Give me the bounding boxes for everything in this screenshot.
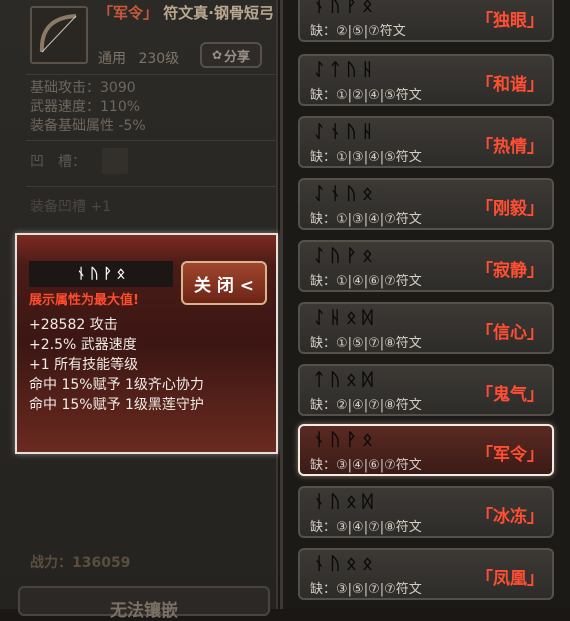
runeword-runes: ᛇ ᚾ ᚢ ᚺ <box>314 122 373 142</box>
runeword-requirement: 缺：①|②|④|⑤符文 <box>310 88 422 103</box>
popup-rune-sequence: ᚾ ᚢ ᚹ ᛟ <box>29 261 173 287</box>
runeword-card[interactable]: ᛇ ᚢ ᚹ ᛟ 缺：①|④|⑥|⑦符文 「寂静」 <box>298 240 554 292</box>
share-label: 分享 <box>224 49 251 65</box>
item-name: 「军令」 符文真·钢骨短弓 <box>98 4 278 23</box>
runeword-name: 「刚毅」 <box>476 199 544 219</box>
runeword-requirement: 缺：③|④|⑥|⑦符文 <box>310 458 422 473</box>
runeword-name: 「独眼」 <box>476 11 544 31</box>
runeword-requirement: 缺：①|③|④|⑦符文 <box>310 212 422 227</box>
socket-label: 凹 槽： <box>30 154 86 170</box>
runeword-runes: ᛇ ᚺ ᛟ ᛞ <box>314 308 373 328</box>
runeword-name: 「和谐」 <box>476 75 544 95</box>
power-value: 战力：136059 <box>30 555 131 571</box>
runeword-card[interactable]: ᛇ ᚾ ᚢ ᚺ 缺：①|③|④|⑤符文 「热情」 <box>298 116 554 168</box>
divider <box>26 186 276 187</box>
runeword-runes: ᛇ ᛏ ᚢ ᚺ <box>314 60 373 80</box>
popup-attr-line: +1 所有技能等级 <box>29 357 139 373</box>
share-button[interactable]: ✿ 分享 <box>200 42 262 68</box>
runeword-card[interactable]: ᚾ ᚢ ᛟ ᛟ 缺：③|⑤|⑦|⑦符文 「凤凰」 <box>298 548 554 600</box>
runeword-card[interactable]: ᛇ ᚺ ᛟ ᛞ 缺：①|⑤|⑦|⑧符文 「信心」 <box>298 302 554 354</box>
runeword-name: 「热情」 <box>476 137 544 157</box>
runeword-card[interactable]: ᚾ ᚢ ᛟ ᛞ 缺：③|④|⑦|⑧符文 「冰冻」 <box>298 486 554 538</box>
item-name-tag: 「军令」 <box>98 4 159 22</box>
runeword-name: 「冰冻」 <box>476 507 544 527</box>
runeword-runes: ᚾ ᚢ ᛟ ᛟ <box>314 554 373 574</box>
runeword-runes: ᛇ ᚾ ᚢ ᛟ <box>314 184 373 204</box>
share-icon: ✿ <box>211 48 223 62</box>
popup-max-note: 展示属性为最大值! <box>29 293 139 308</box>
runeword-card[interactable]: ᛇ ᛏ ᚢ ᚺ 缺：①|②|④|⑤符文 「和谐」 <box>298 54 554 106</box>
item-type: 通用 <box>98 51 126 67</box>
item-meta: 通用 230级 <box>98 48 187 68</box>
item-name-text: 符文真·钢骨短弓 <box>163 4 274 22</box>
item-level: 230级 <box>138 51 180 67</box>
runeword-requirement: 缺：③|④|⑦|⑧符文 <box>310 520 422 535</box>
stat-base-attack: 基础攻击：3090 <box>30 80 136 96</box>
runeword-card[interactable]: ᛇ ᚾ ᚢ ᛟ 缺：①|③|④|⑦符文 「刚毅」 <box>298 178 554 230</box>
runeword-runes: ᚾ ᚢ ᚹ ᛟ <box>314 430 373 450</box>
socket-row: 凹 槽： <box>30 148 128 174</box>
runeword-name: 「鬼气」 <box>476 385 544 405</box>
popup-attr-line: 命中 15%赋予 1级黑莲守护 <box>29 397 204 413</box>
runeword-name: 「信心」 <box>476 323 544 343</box>
runeword-card[interactable]: ᛏ ᚢ ᛟ ᛞ 缺：②|④|⑦|⑧符文 「鬼气」 <box>298 364 554 416</box>
runeword-runes: ᚾ ᚢ ᛟ ᛞ <box>314 492 373 512</box>
divider <box>26 74 276 75</box>
runeword-runes: ᛏ ᚢ ᛟ ᛞ <box>314 370 373 390</box>
bow-icon <box>30 6 88 64</box>
cannot-equip-button[interactable]: 无法镶嵌 <box>18 586 270 621</box>
runeword-requirement: 缺：①|⑤|⑦|⑧符文 <box>310 336 422 351</box>
item-stats: 基础攻击：3090 武器速度：110% 装备基础属性 -5% <box>30 79 146 136</box>
runeword-detail-popup: ᚾ ᚢ ᚹ ᛟ 展示属性为最大值! 关 闭 < +28582 攻击 +2.5% … <box>15 233 278 454</box>
popup-attributes: +28582 攻击 +2.5% 武器速度 +1 所有技能等级 命中 15%赋予 … <box>29 315 204 415</box>
close-button[interactable]: 关 闭 < <box>181 261 267 305</box>
popup-attr-line: +28582 攻击 <box>29 317 118 333</box>
socket-bonus: 装备凹槽 +1 <box>30 199 112 215</box>
runeword-card[interactable]: ᚾ ᚢ ᚹ ᛟ 缺：②|⑤|⑦符文 「独眼」 <box>298 0 554 42</box>
runeword-requirement: 缺：②|⑤|⑦符文 <box>310 24 406 39</box>
runeword-requirement: 缺：①|④|⑥|⑦符文 <box>310 274 422 289</box>
socket-slot <box>102 148 128 174</box>
runeword-name: 「寂静」 <box>476 261 544 281</box>
runeword-runes: ᚾ ᚢ ᚹ ᛟ <box>314 0 373 16</box>
popup-attr-line: +2.5% 武器速度 <box>29 337 137 353</box>
stat-weapon-speed: 武器速度：110% <box>30 99 141 115</box>
popup-attr-line: 命中 15%赋予 1级齐心协力 <box>29 377 204 393</box>
divider <box>26 140 276 141</box>
runeword-card-selected[interactable]: ᚾ ᚢ ᚹ ᛟ 缺：③|④|⑥|⑦符文 「军令」 <box>298 424 554 476</box>
stat-base-attr: 装备基础属性 -5% <box>30 118 146 134</box>
runeword-name: 「凤凰」 <box>476 569 544 589</box>
runeword-requirement: 缺：①|③|④|⑤符文 <box>310 150 422 165</box>
runeword-requirement: 缺：②|④|⑦|⑧符文 <box>310 398 422 413</box>
runeword-requirement: 缺：③|⑤|⑦|⑦符文 <box>310 582 422 597</box>
runeword-runes: ᛇ ᚢ ᚹ ᛟ <box>314 246 373 266</box>
runeword-name: 「军令」 <box>476 445 544 465</box>
